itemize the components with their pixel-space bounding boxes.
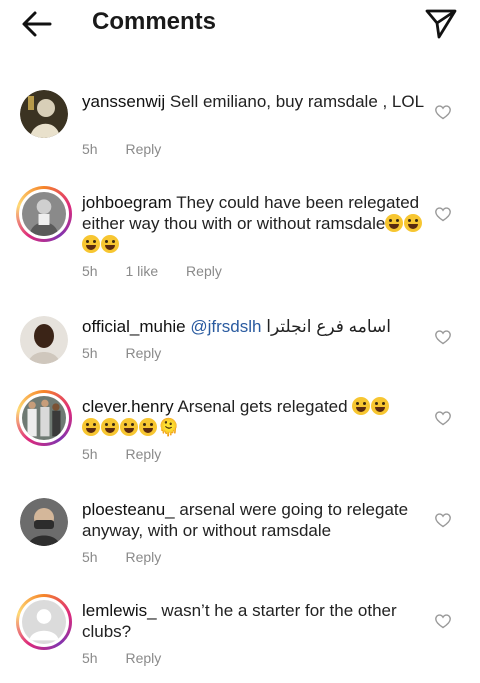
heart-icon[interactable] <box>434 613 452 629</box>
emoji <box>120 418 138 436</box>
avatar[interactable] <box>20 90 68 138</box>
avatar[interactable] <box>20 498 68 546</box>
comment-body: Sell emiliano, buy ramsdale , LOL <box>169 92 425 111</box>
emoji <box>371 397 390 415</box>
comment-time: 5h <box>82 650 98 666</box>
avatar[interactable] <box>16 594 72 650</box>
send-icon[interactable] <box>424 6 458 40</box>
emoji <box>101 418 119 436</box>
heart-icon[interactable] <box>434 512 452 528</box>
avatar-photo <box>22 396 66 440</box>
comment-body: اسامه فرع انجلترا <box>266 317 391 336</box>
comment-text: official_muhie @jfrsdslh اسامه فرع انجلت… <box>82 316 427 337</box>
heart-icon[interactable] <box>434 329 452 345</box>
comment-text: yanssenwij Sell emiliano, buy ramsdale ,… <box>82 91 427 112</box>
heart-icon[interactable] <box>434 104 452 120</box>
comment-time: 5h <box>82 263 98 279</box>
avatar[interactable] <box>16 390 72 446</box>
comment-username[interactable]: ploesteanu_ <box>82 500 175 519</box>
comment-meta: 5h Reply <box>82 650 185 666</box>
comment-meta: 5h Reply <box>82 345 185 361</box>
reply-button[interactable]: Reply <box>125 650 161 666</box>
comment-time: 5h <box>82 446 98 462</box>
comment-meta: 5h 1 like Reply <box>82 263 246 279</box>
avatar-photo <box>20 316 68 364</box>
emoji <box>385 214 404 232</box>
comment-meta: 5h Reply <box>82 549 185 565</box>
emoji <box>139 418 157 436</box>
heart-icon[interactable] <box>434 410 452 426</box>
comment-text: clever.henry Arsenal gets relegated 🫠 <box>82 396 427 438</box>
avatar[interactable] <box>20 316 68 364</box>
page-title: Comments <box>92 8 217 35</box>
default-avatar-icon <box>22 600 66 644</box>
avatar-photo <box>20 90 68 138</box>
header-bar: Comments <box>0 0 480 52</box>
comment-time: 5h <box>82 141 98 157</box>
comment-username[interactable]: official_muhie <box>82 317 186 336</box>
comment-username[interactable]: lemlewis_ <box>82 601 157 620</box>
comment-meta: 5h Reply <box>82 141 185 157</box>
emoji-tail: 🫠 <box>158 418 180 437</box>
comment-text: johboegram They could have been relegate… <box>82 192 427 255</box>
reply-button[interactable]: Reply <box>125 446 161 462</box>
comment-username[interactable]: clever.henry <box>82 397 174 416</box>
comment-username[interactable]: johboegram <box>82 193 172 212</box>
comment-body: Arsenal gets relegated <box>177 397 348 416</box>
reply-button[interactable]: Reply <box>125 345 161 361</box>
emoji <box>82 235 100 253</box>
reply-button[interactable]: Reply <box>186 263 222 279</box>
reply-button[interactable]: Reply <box>125 141 161 157</box>
emoji <box>404 214 423 232</box>
comment-text: ploesteanu_ arsenal were going to relega… <box>82 499 427 541</box>
emoji <box>352 397 371 415</box>
comment-time: 5h <box>82 345 98 361</box>
heart-icon[interactable] <box>434 206 452 222</box>
back-arrow-icon[interactable] <box>20 9 54 39</box>
comment-text: lemlewis_ wasn’t he a starter for the ot… <box>82 600 427 642</box>
mention-link[interactable]: @jfrsdslh <box>190 317 261 336</box>
avatar[interactable] <box>16 186 72 242</box>
emoji <box>82 418 100 436</box>
comment-username[interactable]: yanssenwij <box>82 92 165 111</box>
reply-button[interactable]: Reply <box>125 549 161 565</box>
avatar-photo <box>20 498 68 546</box>
emoji <box>101 235 119 253</box>
comment-time: 5h <box>82 549 98 565</box>
avatar-photo <box>22 192 66 236</box>
likes-count[interactable]: 1 like <box>125 263 158 279</box>
comment-meta: 5h Reply <box>82 446 185 462</box>
